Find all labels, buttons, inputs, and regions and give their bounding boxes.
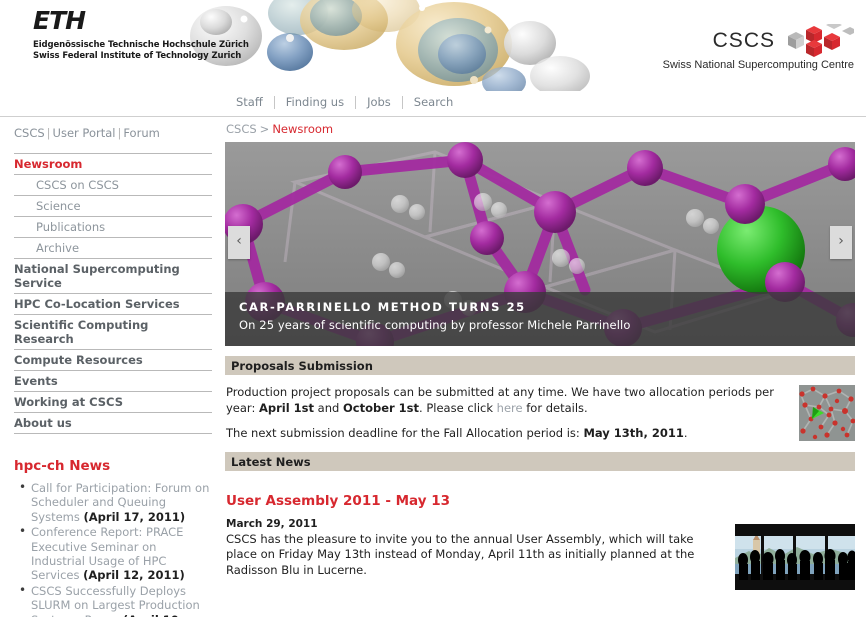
user-assembly-photo-thumbnail[interactable] <box>735 523 855 590</box>
eth-english-name: Swiss Federal Institute of Technology Zu… <box>33 51 242 61</box>
sidebar-item-compute-resources[interactable]: Compute Resources <box>14 350 212 371</box>
news-article-title[interactable]: User Assembly 2011 - May 13 <box>226 493 855 509</box>
page-root: ETH Eidgenössische Technische Hochschule… <box>0 0 866 617</box>
proposals-deadline-date: May 13th, 2011 <box>583 426 684 440</box>
sidebar-item-events[interactable]: Events <box>14 371 212 392</box>
breadcrumb: CSCS > Newsroom <box>225 117 866 142</box>
cscs-cube-logo <box>788 24 854 57</box>
proposals-p1-text-d: for details. <box>522 400 588 415</box>
sidebar-item-scientific-computing-research[interactable]: Scientific Computing Research <box>14 315 212 350</box>
orbital-svg <box>190 0 590 91</box>
latest-news-section-body: User Assembly 2011 - May 13 March 29, 20… <box>225 471 855 590</box>
cscs-wordmark: CSCS <box>712 29 775 52</box>
portal-separator: | <box>46 126 51 140</box>
topnav-item-staff[interactable]: Staff <box>225 96 274 109</box>
chevron-right-icon: › <box>838 232 844 249</box>
sidebar-item-about-us[interactable]: About us <box>14 413 212 434</box>
sidebar-item-national-supercomputing-service[interactable]: National Supercomputing Service <box>14 259 212 294</box>
sidebar-navigation: Newsroom CSCS on CSCS Science Publicatio… <box>14 153 212 434</box>
carousel-next-button[interactable]: › <box>830 226 852 259</box>
hpcch-item-date: (April 17, 2011) <box>83 509 186 524</box>
sidebar-item-archive[interactable]: Archive <box>14 238 212 259</box>
eth-wordmark: ETH <box>33 6 86 35</box>
proposals-paragraph-2: The next submission deadline for the Fal… <box>226 426 796 442</box>
news-thumb-svg <box>735 523 855 590</box>
sidebar-item-cscs-on-cscs[interactable]: CSCS on CSCS <box>14 175 212 196</box>
eth-german-name: Eidgenössische Technische Hochschule Zür… <box>33 40 249 50</box>
latest-news-section-header: Latest News <box>225 451 855 471</box>
breadcrumb-current: Newsroom <box>272 122 334 136</box>
cscs-logo-row: CSCS <box>663 24 854 58</box>
chevron-left-icon: ‹ <box>236 232 242 249</box>
hpcch-news-block: hpc-ch News Call for Participation: Foru… <box>14 458 214 617</box>
proposals-p2-text-b: . <box>683 426 688 440</box>
topnav-item-search[interactable]: Search <box>403 96 465 109</box>
hero-caption[interactable]: CAR-PARRINELLO METHOD TURNS 25 On 25 yea… <box>225 292 855 346</box>
hero-title: CAR-PARRINELLO METHOD TURNS 25 <box>239 300 526 314</box>
list-item[interactable]: CSCS Successfully Deploys SLURM on Large… <box>19 583 214 617</box>
sidebar-item-hpc-co-location-services[interactable]: HPC Co-Location Services <box>14 294 212 315</box>
proposals-p1-text-c: . Please click <box>419 400 497 415</box>
portal-link-user-portal[interactable]: User Portal <box>53 126 116 140</box>
proposals-p2-text-a: The next submission deadline for the Fal… <box>226 426 584 440</box>
topnav-item-finding-us[interactable]: Finding us <box>275 96 355 109</box>
site-header: ETH Eidgenössische Technische Hochschule… <box>0 0 866 91</box>
cscs-logo: CSCS Swiss National Supercomputing Centr… <box>663 24 854 71</box>
breadcrumb-root[interactable]: CSCS <box>226 122 257 136</box>
portal-links: CSCS | User Portal | Forum <box>14 126 222 140</box>
sidebar: CSCS | User Portal | Forum Newsroom CSCS on … <box>0 117 222 617</box>
breadcrumb-separator: > <box>259 122 270 136</box>
hpcch-item-date: (April 12, 2011) <box>83 568 185 583</box>
proposals-section-body: Production project proposals can be subm… <box>225 375 855 442</box>
list-item[interactable]: Conference Report: PRACE Executive Semin… <box>19 524 214 583</box>
cscs-tagline: Swiss National Supercomputing Centre <box>662 59 854 71</box>
sidebar-item-working-at-cscs[interactable]: Working at CSCS <box>14 392 212 413</box>
sidebar-item-newsroom[interactable]: Newsroom <box>14 154 212 175</box>
proposals-p1-text-b: and <box>314 400 343 415</box>
top-navigation-items: Staff Finding us Jobs Search <box>225 91 464 114</box>
carousel-prev-button[interactable]: ‹ <box>228 226 250 259</box>
eth-logo: ETH Eidgenössische Technische Hochschule… <box>33 6 249 62</box>
proposals-thumb-svg <box>799 385 855 441</box>
main-column: CSCS > Newsroom ‹ › CAR-PARRINELLO METHO… <box>225 117 866 590</box>
proposals-details-link[interactable]: here <box>497 401 523 415</box>
proposals-paragraph-1: Production project proposals can be subm… <box>226 385 796 416</box>
proposals-date-april: April 1st <box>258 400 315 415</box>
hpcch-news-title: hpc-ch News <box>14 458 111 474</box>
portal-link-forum[interactable]: Forum <box>123 126 159 140</box>
hpcch-news-list: Call for Participation: Forum on Schedul… <box>14 480 214 617</box>
hero-carousel: ‹ › CAR-PARRINELLO METHOD TURNS 25 On 25… <box>225 142 855 346</box>
top-navigation: Staff Finding us Jobs Search <box>0 91 866 117</box>
proposals-section-header: Proposals Submission <box>225 356 855 375</box>
sidebar-item-science[interactable]: Science <box>14 196 212 217</box>
portal-link-cscs[interactable]: CSCS <box>14 126 45 140</box>
molecular-simulation-thumbnail[interactable] <box>799 385 855 441</box>
topnav-item-jobs[interactable]: Jobs <box>356 96 402 109</box>
molecular-orbital-graphic <box>186 0 606 91</box>
hero-subtitle: On 25 years of scientific computing by p… <box>239 318 631 332</box>
list-item[interactable]: Call for Participation: Forum on Schedul… <box>19 480 214 524</box>
proposals-date-october: October 1st <box>342 400 420 415</box>
news-article-body: CSCS has the pleasure to invite you to t… <box>226 531 695 577</box>
sidebar-item-publications[interactable]: Publications <box>14 217 212 238</box>
